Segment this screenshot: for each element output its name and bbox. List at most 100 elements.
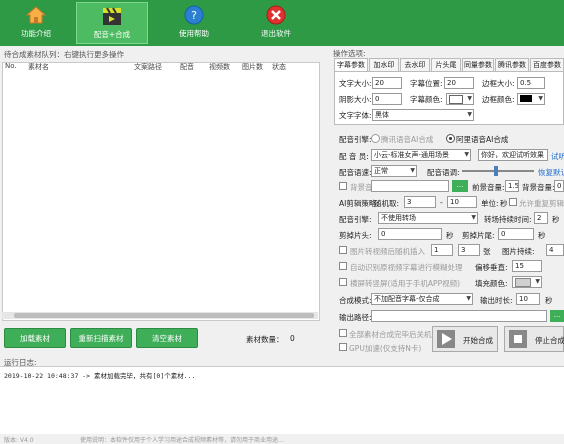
- home-icon: [25, 4, 47, 26]
- tab-add-watermark[interactable]: 加水印: [369, 58, 399, 71]
- subtitle-pos-input[interactable]: 20: [444, 77, 474, 89]
- column-dubbing[interactable]: 配音: [180, 62, 194, 74]
- transition-duration-label: 转场持续时间:: [484, 215, 532, 224]
- voice-select[interactable]: 小云-标准女声-通用场景: [371, 149, 471, 161]
- toolbar-intro-button[interactable]: 功能介绍: [0, 2, 72, 44]
- cut-head-label: 剪掉片头:: [339, 231, 372, 240]
- start-compose-label: 开始合成: [463, 336, 493, 345]
- tencent-engine-label: 腾讯语音AI合成: [381, 135, 434, 144]
- film-clapper-icon: [101, 5, 123, 27]
- front-volume-input[interactable]: 1.5: [505, 180, 519, 192]
- start-compose-button[interactable]: 开始合成: [432, 326, 498, 352]
- ali-engine-radio[interactable]: [446, 134, 455, 143]
- bgm-checkbox[interactable]: [339, 182, 347, 190]
- tone-slider-thumb[interactable]: [494, 166, 498, 176]
- auto-subtitle-blur-checkbox[interactable]: [339, 262, 347, 270]
- toolbar-exit-button[interactable]: 退出软件: [240, 2, 312, 44]
- offset-vertical-input[interactable]: 15: [512, 260, 542, 272]
- font-family-select[interactable]: 黑体: [372, 109, 474, 121]
- tab-intro-outro[interactable]: 片头尾: [431, 58, 461, 71]
- tone-slider-track[interactable]: [462, 170, 534, 172]
- fill-color-select[interactable]: [512, 276, 542, 288]
- clear-material-button[interactable]: 清空素材: [136, 328, 198, 348]
- material-count-label: 素材数量：: [246, 335, 284, 344]
- tab-remove-watermark[interactable]: 去水印: [400, 58, 430, 71]
- clip-to-input[interactable]: 10: [447, 196, 477, 208]
- rescan-material-button[interactable]: 重新扫描素材: [70, 328, 132, 348]
- image-duration-label: 图片持续:: [502, 247, 535, 256]
- front-volume-label: 前景音量:: [472, 183, 505, 192]
- scrollbar-thumb[interactable]: [14, 313, 314, 318]
- tab-subtitle-params[interactable]: 字幕参数: [334, 58, 368, 71]
- try-listen-link[interactable]: 试听: [551, 151, 564, 162]
- subtitle-color-select[interactable]: [446, 93, 474, 105]
- subtitle-color-label: 字幕颜色:: [410, 95, 443, 104]
- gpu-accel-label: GPU加速(仅支持N卡): [349, 344, 422, 353]
- clip-strategy-label: AI剪辑策略:: [339, 199, 379, 208]
- gpu-accel-checkbox[interactable]: [339, 343, 347, 351]
- material-queue-table[interactable]: [2, 62, 320, 321]
- landscape-to-portrait-checkbox[interactable]: [339, 278, 347, 286]
- bgm-browse-button[interactable]: ...: [452, 180, 468, 192]
- image-insert-to-input[interactable]: 3: [458, 244, 480, 256]
- image-duration-input[interactable]: 4: [546, 244, 564, 256]
- stop-icon: [509, 330, 527, 348]
- stop-compose-label: 停止合成: [535, 336, 564, 345]
- output-duration-seconds: 秒: [545, 296, 553, 305]
- image-insert-from-input[interactable]: 1: [431, 244, 453, 256]
- output-path-label: 输出路径:: [339, 313, 372, 322]
- toolbar-help-button[interactable]: ? 使用帮助: [158, 2, 230, 44]
- help-icon: ?: [183, 4, 205, 26]
- cut-head-seconds: 秒: [446, 231, 454, 240]
- output-duration-input[interactable]: 10: [516, 293, 540, 305]
- column-status[interactable]: 状态: [272, 62, 286, 74]
- speed-select[interactable]: 正常: [371, 165, 417, 177]
- column-name[interactable]: 素材名: [28, 62, 49, 74]
- tab-tongliang-params[interactable]: 同量参数: [462, 58, 494, 71]
- output-browse-button[interactable]: ...: [550, 310, 564, 322]
- image-insert-label: 图片转视频后随机插入: [350, 247, 425, 256]
- transition-duration-input[interactable]: 2: [534, 212, 548, 224]
- toolbar-dub-compose-button[interactable]: 配音+合成: [76, 2, 148, 44]
- speed-label: 配音语速:: [339, 168, 372, 177]
- tencent-engine-radio[interactable]: [371, 134, 380, 143]
- status-notice: 使用说明：本软件仅用于个人学习用途合成视频素材等，请勿用于商业用途...: [80, 437, 284, 444]
- shadow-size-input[interactable]: 0: [372, 93, 402, 105]
- output-duration-label: 输出时长:: [480, 296, 513, 305]
- queue-title: 待合成素材队列：右键执行更多操作: [4, 50, 124, 59]
- cut-head-input[interactable]: 0: [378, 228, 442, 240]
- allow-repeat-checkbox[interactable]: [509, 198, 517, 206]
- output-path-input[interactable]: [371, 310, 547, 322]
- tab-baidu-params[interactable]: 百度参数: [530, 58, 564, 71]
- sample-text-input[interactable]: 你好，欢迎试听效果: [478, 149, 548, 161]
- compose-mode-select[interactable]: 不加配音字幕-仅合成: [371, 293, 473, 305]
- column-image-count[interactable]: 图片数: [242, 62, 263, 74]
- clip-seconds-label: 秒: [500, 199, 508, 208]
- shadow-size-label: 阴影大小:: [339, 95, 372, 104]
- close-icon: [265, 4, 287, 26]
- tone-label: 配音语调:: [427, 168, 460, 177]
- clip-from-input[interactable]: 3: [404, 196, 436, 208]
- column-video-count[interactable]: 视频数: [209, 62, 230, 74]
- image-insert-unit: 张: [483, 247, 491, 256]
- border-color-select[interactable]: [517, 93, 545, 105]
- back-volume-input[interactable]: 0: [554, 180, 564, 192]
- stop-compose-button[interactable]: 停止合成: [504, 326, 564, 352]
- shutdown-after-checkbox[interactable]: [339, 329, 347, 337]
- font-family-label: 文字字体:: [339, 111, 372, 120]
- image-insert-checkbox[interactable]: [339, 246, 347, 254]
- engine-label: 配音引擎:: [339, 135, 372, 144]
- column-no[interactable]: No.: [5, 62, 17, 74]
- load-material-button[interactable]: 加载素材: [4, 328, 66, 348]
- bgm-path-input[interactable]: [371, 180, 449, 192]
- auto-subtitle-blur-label: 自动识别原视频字幕进行模糊处理: [350, 263, 463, 272]
- transition-select[interactable]: 不使用转场: [378, 212, 478, 224]
- fill-color-label: 填充颜色:: [475, 279, 508, 288]
- tab-tencent-params[interactable]: 腾讯参数: [495, 58, 529, 71]
- cut-tail-input[interactable]: 0: [498, 228, 534, 240]
- restore-default-link[interactable]: 恢复默认: [538, 167, 564, 178]
- border-size-input[interactable]: 0.5: [517, 77, 545, 89]
- font-size-input[interactable]: 20: [372, 77, 402, 89]
- column-script-path[interactable]: 文案路径: [134, 62, 162, 74]
- ali-engine-label: 阿里语音AI合成: [456, 135, 509, 144]
